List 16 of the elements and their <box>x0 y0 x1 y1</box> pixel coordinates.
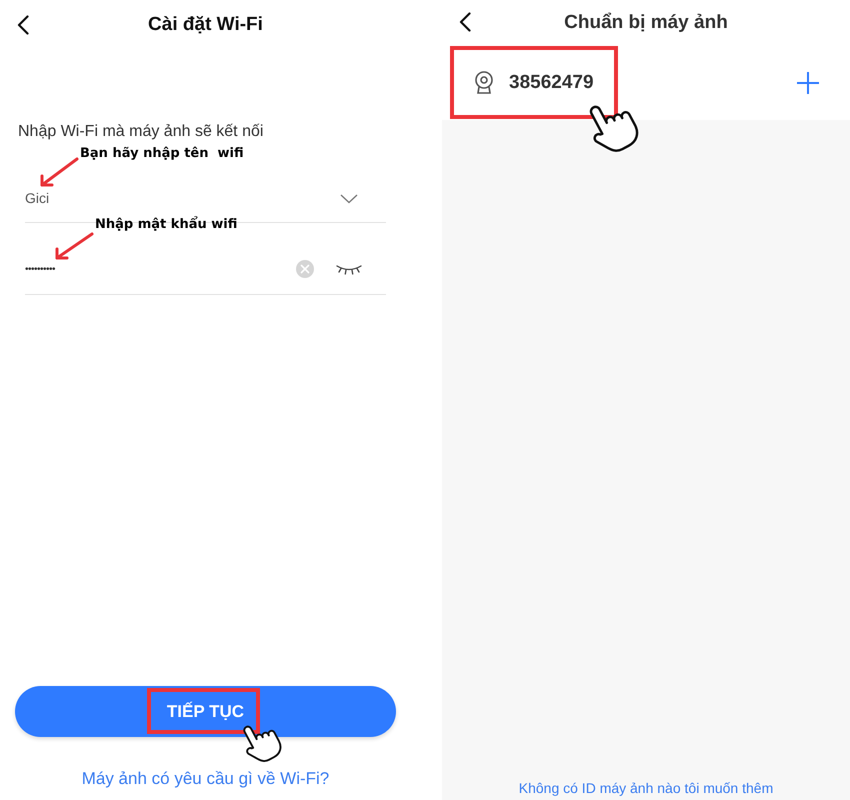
wifi-help-link[interactable]: Máy ảnh có yêu cầu gì về Wi-Fi? <box>82 769 330 789</box>
plus-icon[interactable] <box>796 71 820 95</box>
camera-icon <box>474 71 494 95</box>
wifi-prompt: Nhập Wi-Fi mà máy ảnh sẽ kết nối <box>18 122 264 142</box>
chevron-down-icon[interactable] <box>340 194 358 204</box>
back-icon[interactable] <box>459 12 471 32</box>
annotation-text: Bạn hãy nhập tên wifi <box>80 145 244 162</box>
no-camera-link[interactable]: Không có ID máy ảnh nào tôi muốn thêm <box>518 779 774 797</box>
continue-button[interactable]: TIẾP TỤC <box>15 686 396 737</box>
camera-id[interactable]: 38562479 <box>509 68 594 98</box>
annotation-arrow <box>53 231 95 262</box>
screen-title: Cài đặt Wi-Fi <box>148 12 263 37</box>
back-icon[interactable] <box>17 15 29 35</box>
eye-closed-icon[interactable] <box>336 264 362 276</box>
annotation-arrow <box>38 156 80 189</box>
screen-title: Chuẩn bị máy ảnh <box>564 10 728 35</box>
